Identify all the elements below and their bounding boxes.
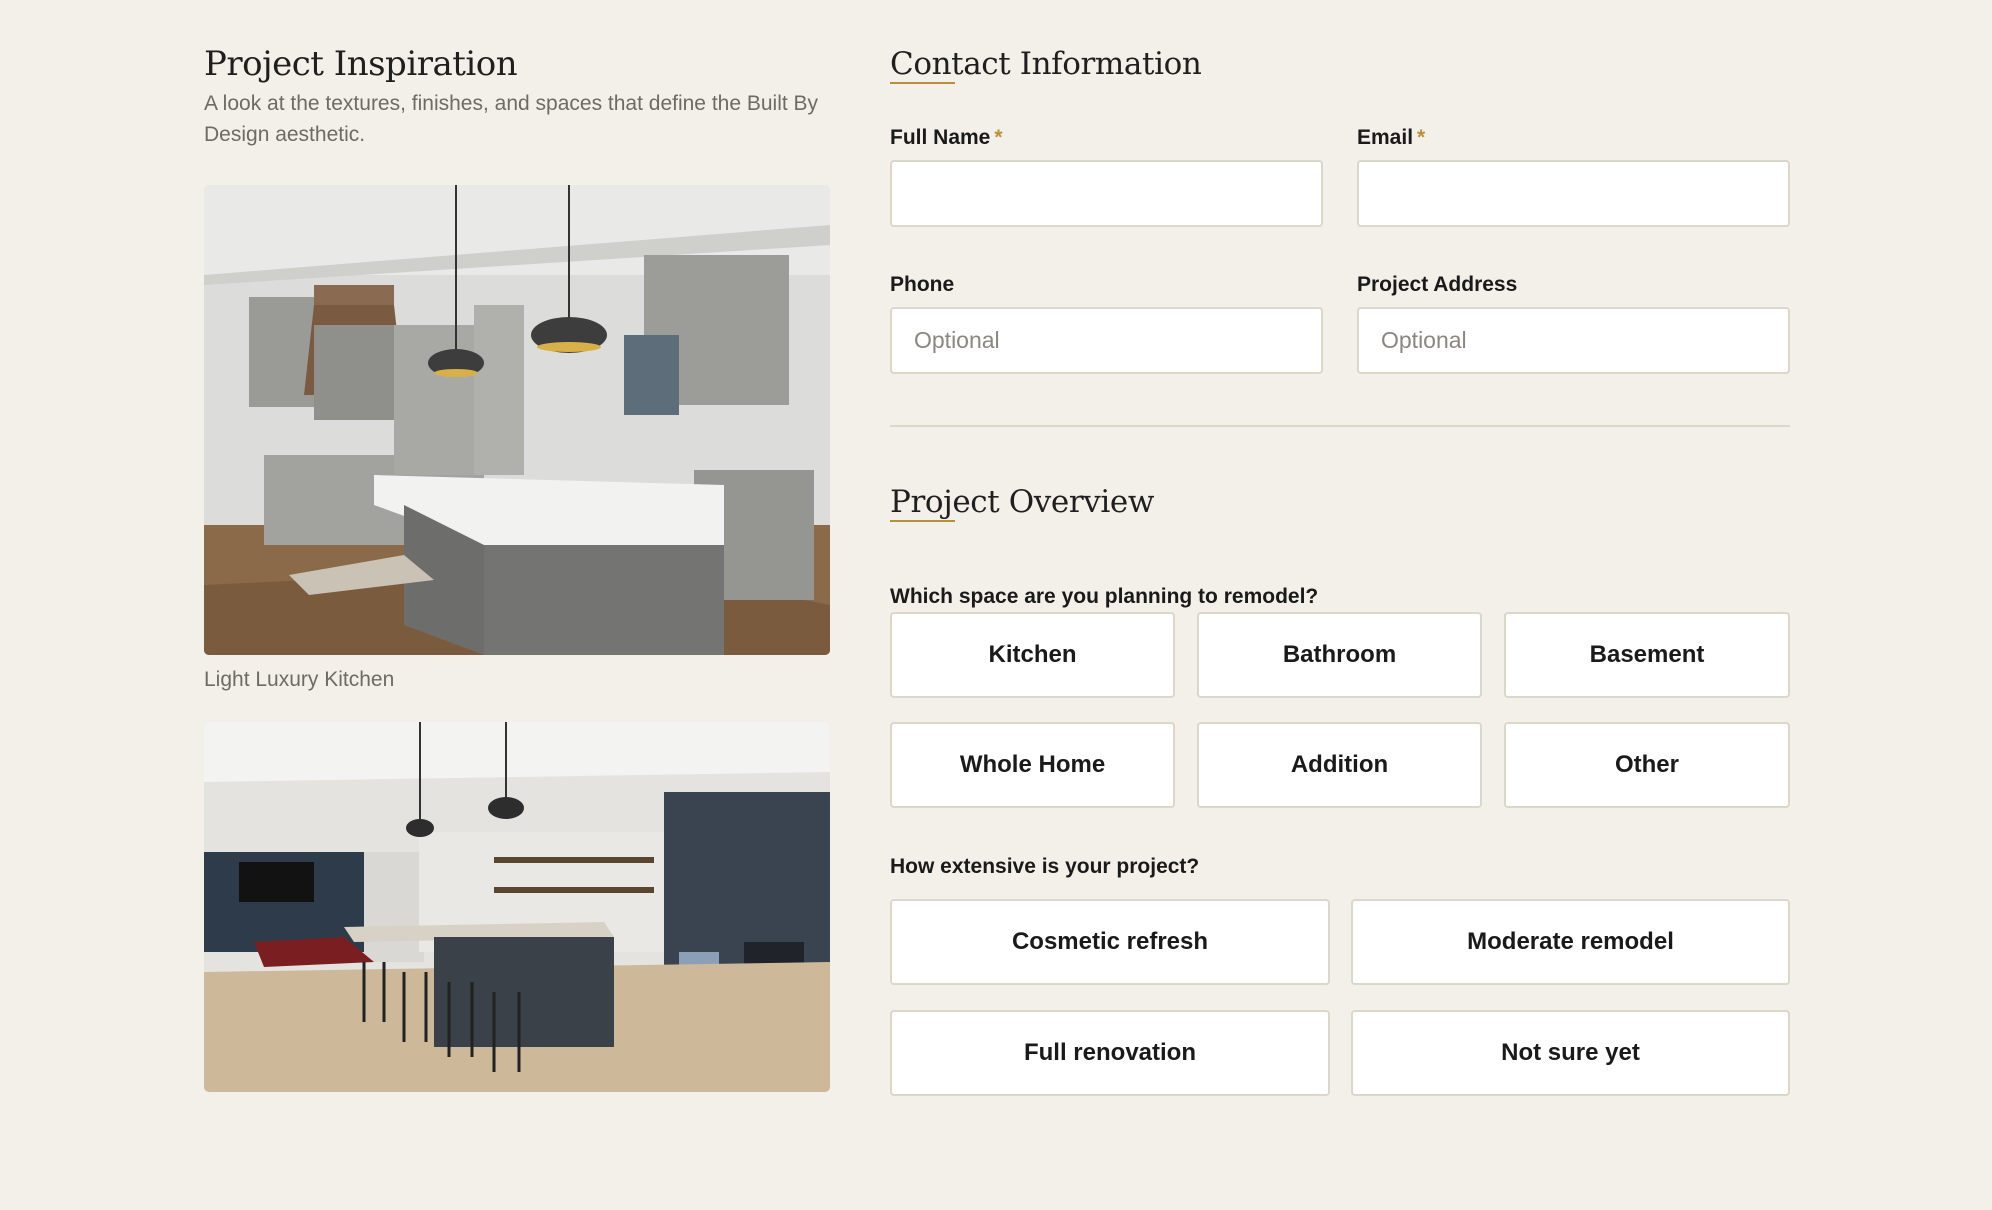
full-name-label-text: Full Name xyxy=(890,126,991,149)
contact-title: Contact Information xyxy=(890,42,1202,86)
basement-photo xyxy=(204,722,830,1092)
space-option-addition[interactable]: Addition xyxy=(1197,722,1482,808)
space-option-basement[interactable]: Basement xyxy=(1504,612,1790,698)
inspiration-title: Project Inspiration xyxy=(204,44,518,84)
project-form: Contact Information Full Name * Email * Ph… xyxy=(890,42,1790,1096)
email-label-text: Email xyxy=(1357,126,1414,149)
full-name-input[interactable] xyxy=(890,160,1323,227)
scope-option-moderate-remodel[interactable]: Moderate remodel xyxy=(1351,899,1790,985)
full-name-label: Full Name * xyxy=(890,126,1003,150)
space-option-kitchen[interactable]: Kitchen xyxy=(890,612,1175,698)
project-address-label: Project Address xyxy=(1357,273,1518,296)
project-address-input[interactable] xyxy=(1357,307,1790,374)
email-label: Email * xyxy=(1357,126,1425,150)
scope-option-not-sure-yet[interactable]: Not sure yet xyxy=(1351,1010,1790,1096)
email-input[interactable] xyxy=(1357,160,1790,227)
scope-question: How extensive is your project? xyxy=(890,855,1200,878)
inspiration-panel: Project Inspiration A look at the textur… xyxy=(204,42,830,1092)
space-question: Which space are you planning to remodel? xyxy=(890,585,1319,608)
space-option-whole-home[interactable]: Whole Home xyxy=(890,722,1175,808)
space-option-other[interactable]: Other xyxy=(1504,722,1790,808)
kitchen-photo-caption: Light Luxury Kitchen xyxy=(204,668,395,691)
scope-option-cosmetic-refresh[interactable]: Cosmetic refresh xyxy=(890,899,1330,985)
kitchen-photo xyxy=(204,185,830,655)
required-mark: * xyxy=(994,126,1003,149)
space-option-bathroom[interactable]: Bathroom xyxy=(1197,612,1482,698)
scope-option-full-renovation[interactable]: Full renovation xyxy=(890,1010,1330,1096)
inspiration-subtitle: A look at the textures, finishes, and sp… xyxy=(204,92,819,146)
phone-input[interactable] xyxy=(890,307,1323,374)
section-divider xyxy=(890,425,1790,427)
overview-title: Project Overview xyxy=(890,480,1154,524)
required-mark: * xyxy=(1417,126,1426,149)
phone-label: Phone xyxy=(890,273,955,296)
